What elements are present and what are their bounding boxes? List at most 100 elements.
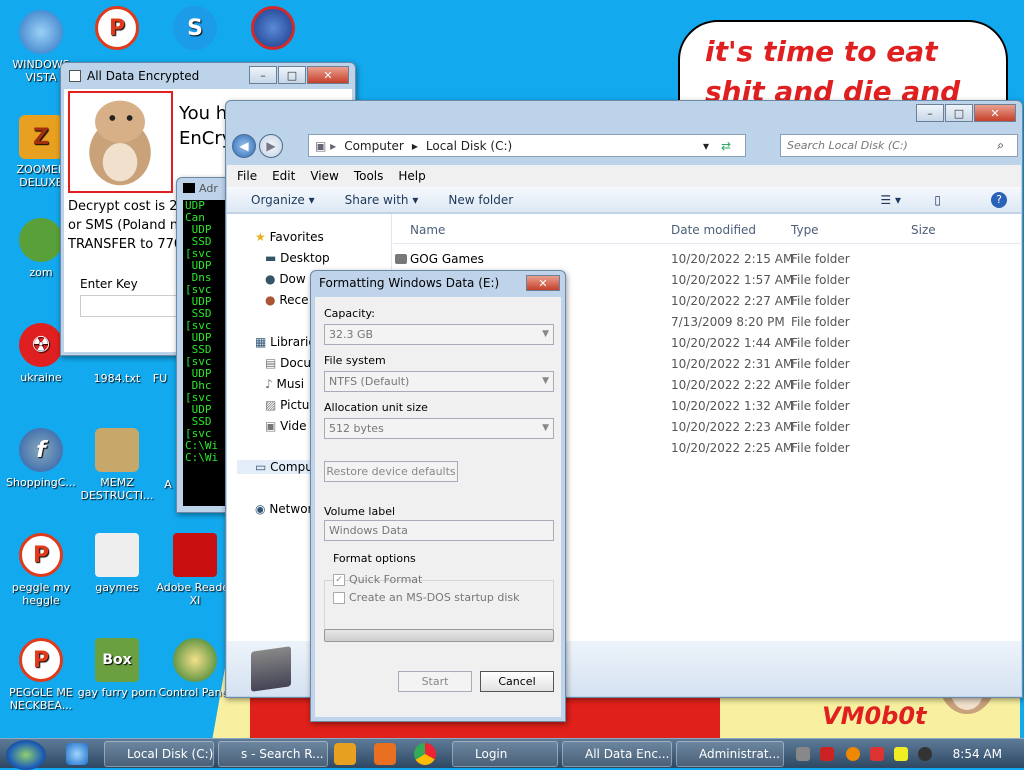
address-bar[interactable]: ▣ ▸ Computer ▸ Local Disk (C:) ▾ ⇄ [308,134,746,157]
format-dialog[interactable]: Formatting Windows Data (E:) ✕ Capacity:… [310,270,566,722]
radiation-icon: ☢ [19,323,63,367]
file-row[interactable]: GOG Games 10/20/2022 2:15 AM File folder [393,248,1021,269]
menu-view[interactable]: View [310,169,338,183]
capacity-select[interactable]: 32.3 GB ▼ [324,324,554,345]
nav-music[interactable]: ♪ Musi [265,377,304,391]
desktop-icon-skype[interactable]: S [154,6,236,54]
format-progress-bar [324,629,554,642]
tray-icon-4[interactable] [870,747,884,761]
taskbar-ransom[interactable]: All Data Enc... [562,741,672,767]
menu-help[interactable]: Help [398,169,425,183]
search-input[interactable]: Search Local Disk (C:) [780,134,1018,157]
file-type: File folder [791,378,850,392]
close-button[interactable]: ✕ [974,104,1016,122]
network-icon: ◉ [255,502,266,516]
file-date: 10/20/2022 2:23 AM [671,420,794,434]
nav-network[interactable]: ◉ Networ [255,502,312,516]
breadcrumb-local-disk[interactable]: Local Disk (C:) [426,139,512,153]
file-date: 10/20/2022 1:57 AM [671,273,794,287]
desktop-icon-control-panel[interactable]: Control Panel [154,638,236,699]
menu-edit[interactable]: Edit [272,169,295,183]
taskbar-search[interactable]: s - Search R... [218,741,328,767]
column-name[interactable]: Name [410,223,445,237]
volume-label-input[interactable]: Windows Data [324,520,554,541]
start-button[interactable]: Start [398,671,472,692]
control-panel-icon [173,638,217,682]
tray-icon-3[interactable] [846,747,860,761]
menu-tools[interactable]: Tools [354,169,384,183]
organize-button[interactable]: Organize ▾ [251,193,315,207]
chevron-down-icon[interactable]: ▾ [703,139,709,153]
paint-icon[interactable] [374,743,396,765]
chevron-down-icon: ▼ [542,376,549,386]
msdos-checkbox[interactable]: Create an MS-DOS startup disk [333,591,520,604]
plant-icon [19,218,63,262]
desktop-icon-globe[interactable] [232,6,314,54]
desktop-icon-peggle-my-heggle[interactable]: P peggle my heggle [0,533,82,607]
nav-documents[interactable]: ▤ Docu [265,356,311,370]
file-type: File folder [791,336,850,350]
maximize-button[interactable]: □ [278,66,306,84]
maximize-button[interactable]: □ [945,104,973,122]
taskbar-clock[interactable]: 8:54 AM [953,747,1002,761]
views-icon[interactable]: ☰ ▾ [880,193,901,207]
refresh-icon[interactable]: ⇄ [721,139,731,153]
file-type: File folder [791,252,850,266]
libraries-icon: ▦ [255,335,267,349]
column-type[interactable]: Type [791,223,819,237]
nav-videos[interactable]: ▣ Vide [265,419,306,433]
taskbar-cmd[interactable]: Administrat... [676,741,784,767]
taskbar: Local Disk (C:) s - Search R... Login Al… [0,738,1024,770]
filesystem-select[interactable]: NTFS (Default) ▼ [324,371,554,392]
tray-icon-5[interactable] [894,747,908,761]
chrome-icon[interactable] [414,743,436,765]
desktop-icon-gaymes[interactable]: gaymes [76,533,158,594]
desktop-icon-1984[interactable]: 1984.txt [76,372,158,385]
nav-desktop[interactable]: ▬ Desktop [265,251,330,265]
cancel-button[interactable]: Cancel [480,671,554,692]
minimize-button[interactable]: – [916,104,944,122]
minimize-button[interactable]: – [249,66,277,84]
nav-recent[interactable]: ● Rece [265,293,308,307]
desktop-icon-peggle-neckbeard[interactable]: P PEGGLE ME NECKBEA... [0,638,82,712]
desktop-icon-fu[interactable]: FU [148,372,172,385]
desktop-icon-memz[interactable]: MEMZ DESTRUCTI... [76,428,158,502]
internet-explorer-icon[interactable] [66,743,88,765]
file-date: 10/20/2022 2:27 AM [671,294,794,308]
desktop-icon-peggle[interactable]: P [76,6,158,54]
desktop-icon-gay-furry[interactable]: Box gay furry porn [76,638,158,699]
nav-libraries[interactable]: ▦ Librarie [255,335,316,349]
taskbar-explorer[interactable]: Local Disk (C:) [104,741,214,767]
forward-button[interactable]: ▶ [259,134,283,158]
desktop-icon-a[interactable]: A [158,478,178,491]
tray-icon-2[interactable] [820,747,834,761]
menu-file[interactable]: File [237,169,257,183]
file-date: 10/20/2022 2:25 AM [671,441,794,455]
media-player-icon[interactable] [334,743,356,765]
breadcrumb-computer[interactable]: Computer [344,139,404,153]
nav-downloads[interactable]: ● Dow [265,272,306,286]
desktop-icon-shopping[interactable]: f ShoppingC... [0,428,82,489]
search-icon[interactable]: ⌕ [997,138,1004,153]
back-button[interactable]: ◀ [232,134,256,158]
alloc-select[interactable]: 512 bytes ▼ [324,418,554,439]
quick-format-checkbox[interactable]: ✓ Quick Format [333,573,422,586]
start-button[interactable] [6,740,46,770]
peggle-icon: P [95,6,139,50]
share-with-button[interactable]: Share with ▾ [345,193,419,207]
close-button[interactable]: ✕ [526,275,560,291]
new-folder-button[interactable]: New folder [448,193,513,207]
restore-defaults-button[interactable]: Restore device defaults [324,461,458,482]
nav-favorites[interactable]: ★ Favorites [255,230,324,244]
nav-pictures[interactable]: ▨ Pictu [265,398,309,412]
taskbar-login[interactable]: Login [452,741,558,767]
help-icon[interactable]: ? [991,191,1007,208]
preview-pane-icon[interactable]: ▯ [934,193,941,207]
close-button[interactable]: ✕ [307,66,349,84]
column-size[interactable]: Size [911,223,936,237]
column-date[interactable]: Date modified [671,223,756,237]
tray-icon-6[interactable] [918,747,932,761]
tray-icon-1[interactable] [796,747,810,761]
checkbox-checked-icon: ✓ [333,573,345,586]
desktop-icon-adobe-reader[interactable]: Adobe Reader XI [154,533,236,607]
